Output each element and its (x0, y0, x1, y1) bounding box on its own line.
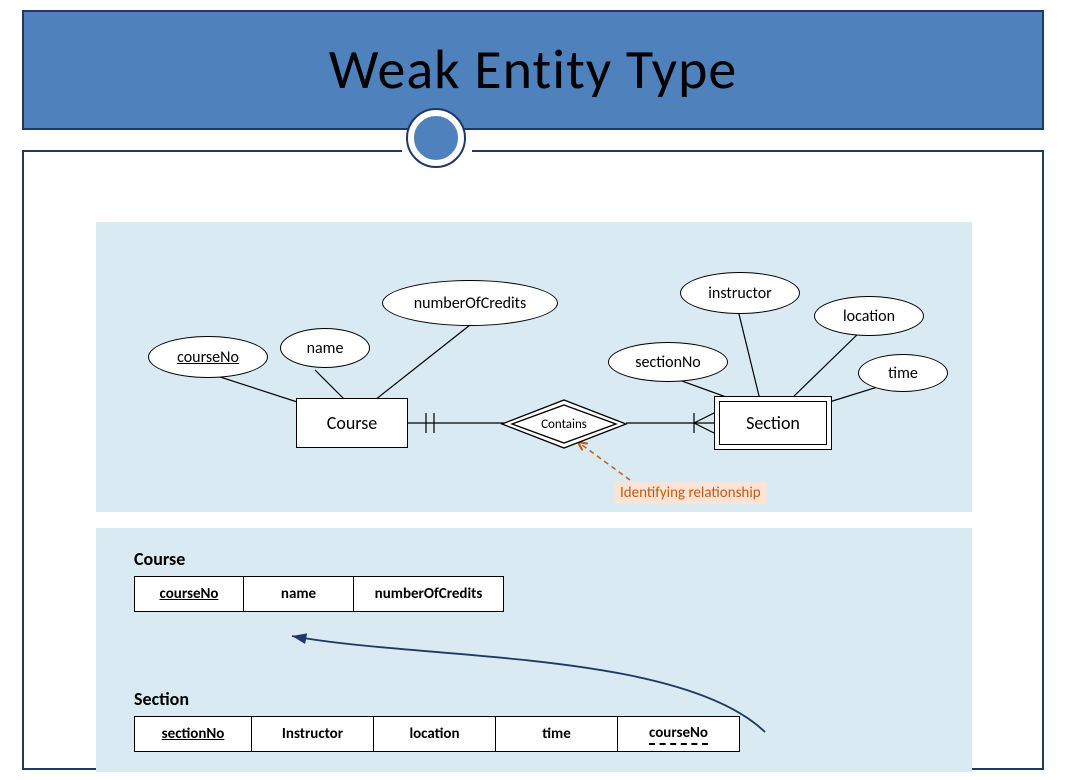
section-col-location: location (374, 716, 496, 752)
entity-course-label: Course (327, 412, 378, 434)
relationship-diamond-icon: Contains (498, 398, 630, 450)
attr-sectionno: sectionNo (608, 342, 728, 382)
attr-time: time (858, 354, 948, 392)
entity-section: Section (714, 396, 832, 450)
course-col-credits: numberOfCredits (354, 576, 504, 612)
course-col-courseno: courseNo (134, 576, 244, 612)
schema-course-title: Course (134, 548, 185, 570)
attr-location-label: location (843, 307, 895, 326)
title-banner: Weak Entity Type (22, 10, 1044, 130)
course-col-name: name (244, 576, 354, 612)
entity-course: Course (296, 398, 408, 448)
attr-name: name (280, 328, 370, 368)
section-col-instructor: Instructor (252, 716, 374, 752)
attr-courseno: courseNo (148, 336, 268, 378)
attr-location: location (814, 296, 924, 336)
attr-time-label: time (888, 364, 918, 383)
attr-credits-label: numberOfCredits (414, 294, 527, 313)
entity-section-label: Section (746, 412, 800, 434)
attr-credits: numberOfCredits (382, 280, 558, 326)
entity-section-inner: Section (719, 401, 827, 445)
schema-section-title: Section (134, 688, 189, 710)
page-title: Weak Entity Type (329, 36, 738, 104)
schema-section-table: sectionNo Instructor location time cours… (134, 716, 740, 752)
callout-identifying: Identifying relationship (614, 482, 767, 504)
attr-instructor: instructor (680, 272, 800, 314)
attr-sectionno-label: sectionNo (635, 353, 701, 372)
relationship-label: Contains (541, 417, 587, 432)
section-col-sectionno: sectionNo (134, 716, 252, 752)
schema-course-table: courseNo name numberOfCredits (134, 576, 504, 612)
section-col-time: time (496, 716, 618, 752)
attr-courseno-label: courseNo (177, 348, 239, 367)
section-col-courseno: courseNo (618, 716, 740, 752)
attr-name-label: name (307, 339, 344, 358)
attr-instructor-label: instructor (708, 284, 771, 303)
